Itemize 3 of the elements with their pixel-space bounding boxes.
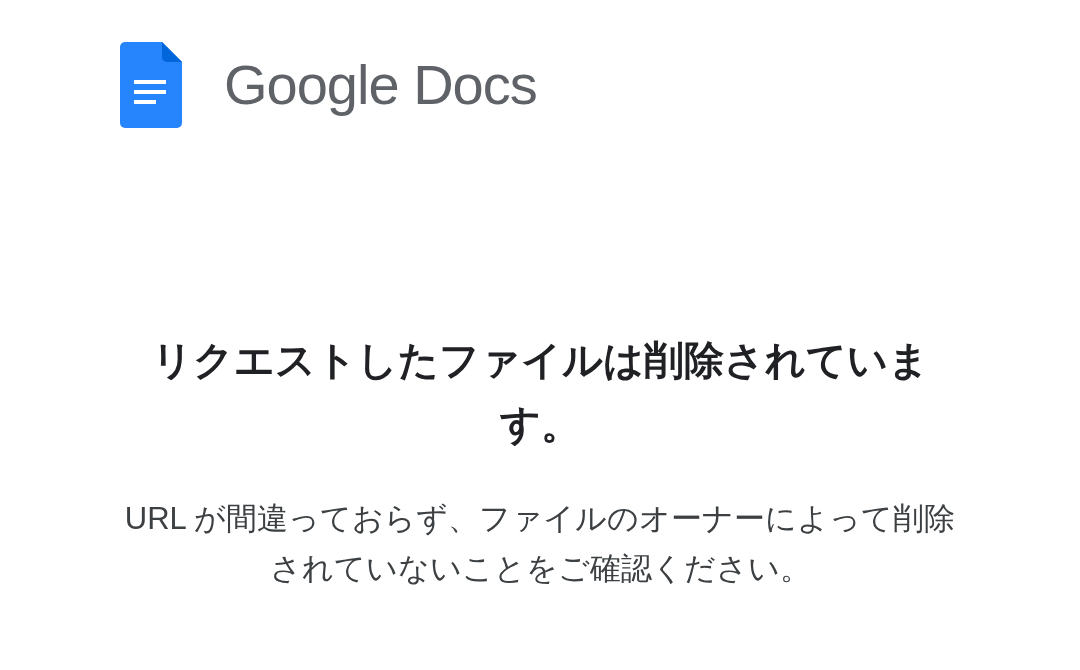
error-title: リクエストしたファイルは削除されています。 [150,337,930,448]
error-message: URL が間違っておらず、ファイルのオーナーによって削除されていないことをご確認ください。 [123,500,957,588]
document-icon [120,42,182,128]
